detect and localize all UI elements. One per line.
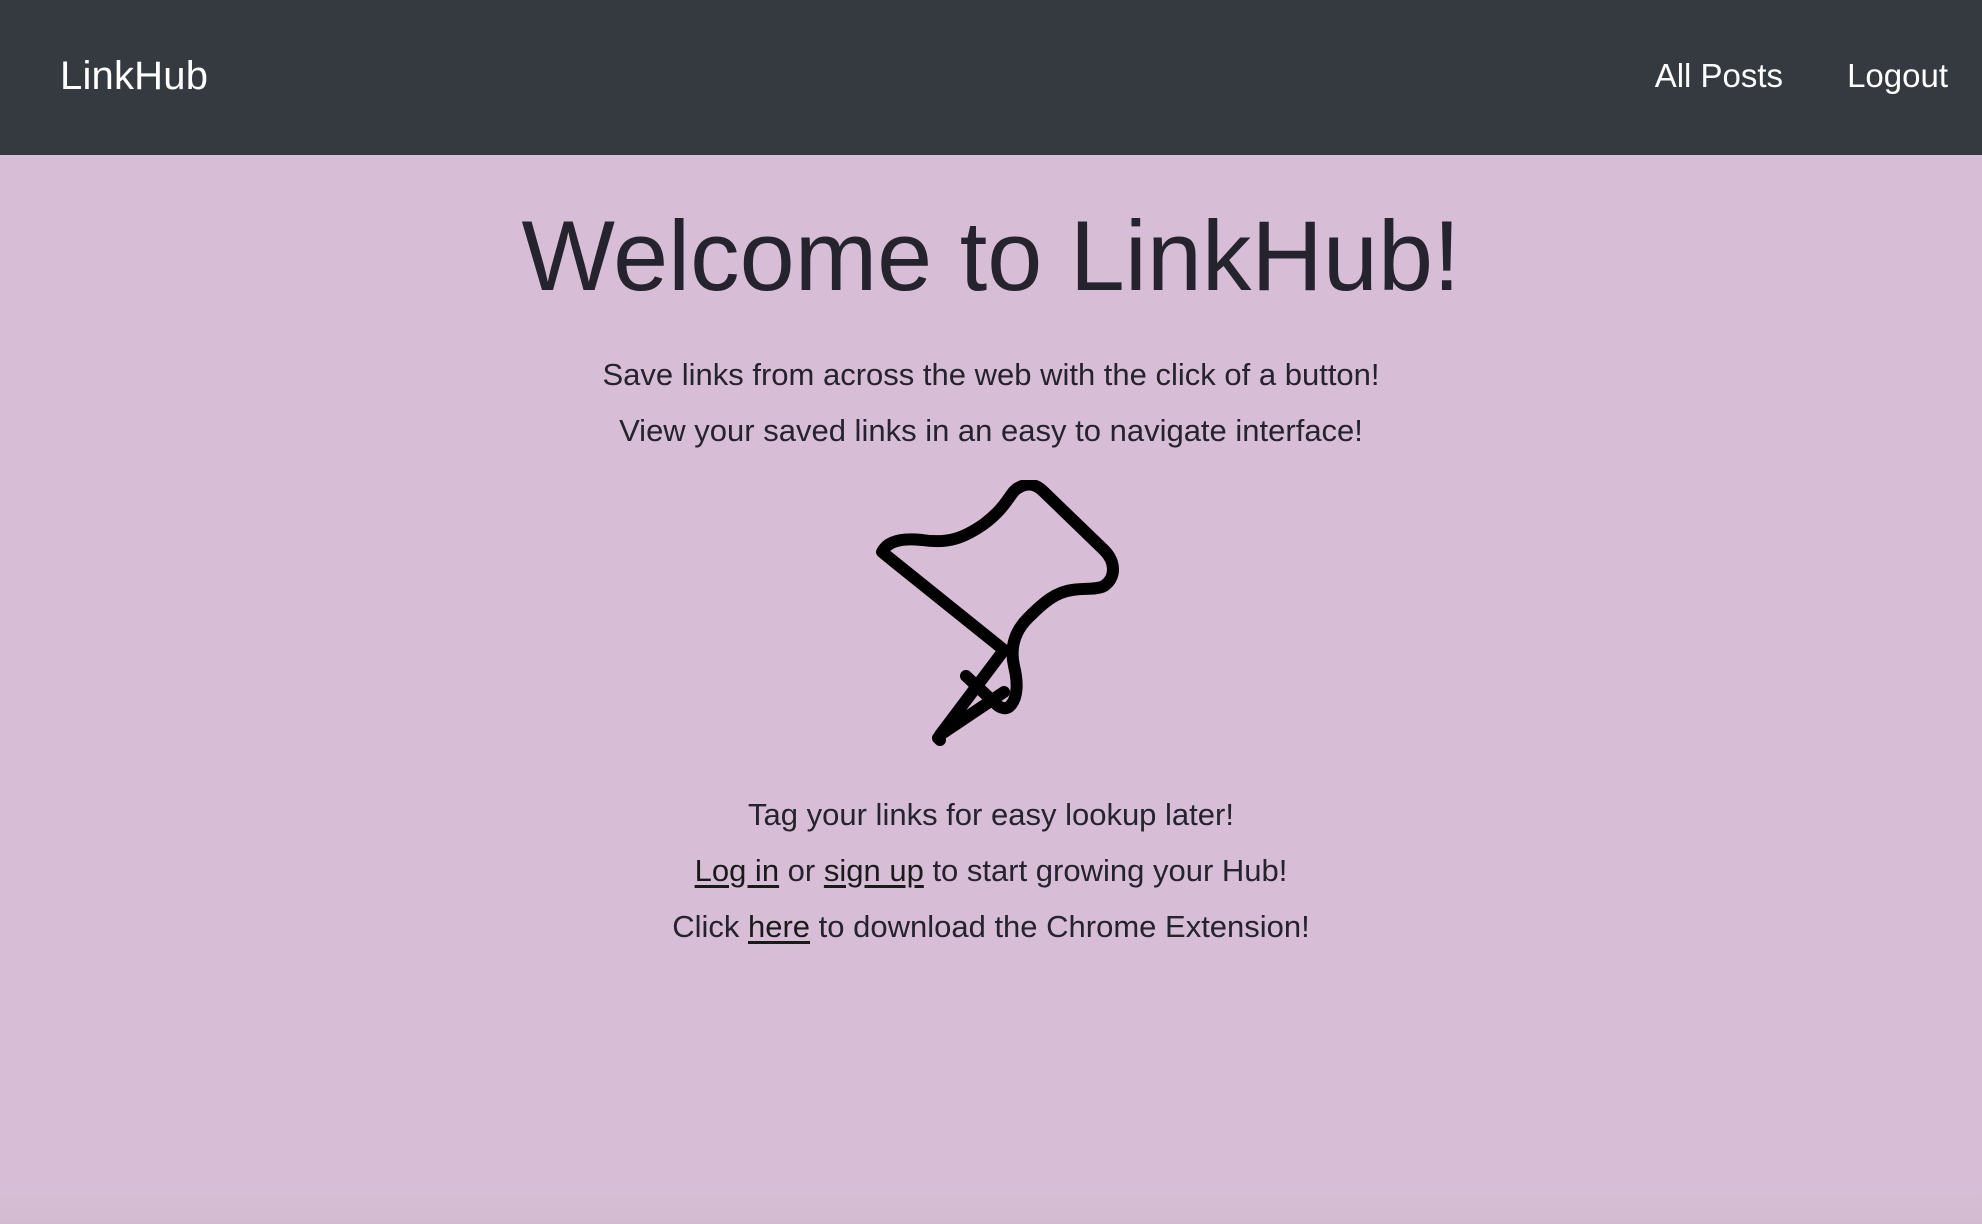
brand-link[interactable]: LinkHub (60, 54, 208, 99)
tag-line: Tag your links for easy lookup later! (748, 797, 1234, 832)
intro-line-view: View your saved links in an easy to navi… (619, 413, 1363, 448)
main-content: Welcome to LinkHub! Save links from acro… (0, 155, 1982, 1224)
nav-logout-link[interactable]: Logout (1847, 57, 1948, 95)
page-title: Welcome to LinkHub! (521, 200, 1461, 311)
bottom-fade (0, 1184, 1982, 1224)
login-link[interactable]: Log in (695, 853, 779, 888)
signup-link[interactable]: sign up (824, 853, 924, 888)
nav-all-posts-link[interactable]: All Posts (1655, 57, 1783, 95)
download-extension-link[interactable]: here (748, 909, 810, 944)
pushpin-icon (860, 478, 1140, 770)
auth-suffix-text: to start growing your Hub! (923, 853, 1288, 888)
navbar: LinkHub All Posts Logout (0, 0, 1982, 155)
download-suffix-text: to download the Chrome Extension! (810, 909, 1310, 944)
nav-links: All Posts Logout (1655, 57, 1948, 95)
download-prefix-text: Click (672, 909, 748, 944)
or-text: or (779, 853, 824, 888)
download-line: Click here to download the Chrome Extens… (0, 907, 1982, 947)
intro-line-save: Save links from across the web with the … (602, 357, 1380, 392)
auth-line: Log in or sign up to start growing your … (0, 851, 1982, 891)
